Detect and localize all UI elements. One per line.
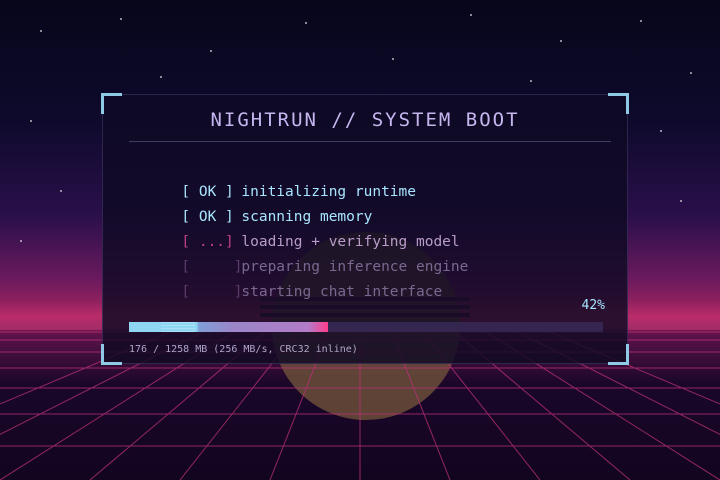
title-divider [129, 141, 611, 142]
step-status-tag: [ ] [181, 259, 243, 275]
step-label: initializing runtime [241, 184, 416, 200]
step-label: scanning memory [241, 209, 373, 225]
progress-status-text: 176 / 1258 MB (256 MB/s, CRC32 inline) [129, 344, 358, 355]
corner-bracket [101, 344, 122, 365]
boot-step-list: [ OK ] initializing runtime [ OK ] scannin… [129, 155, 469, 300]
boot-step: [ OK ] initializing runtime [129, 155, 468, 200]
corner-bracket [608, 344, 629, 365]
progress-percent: 42% [581, 298, 605, 313]
progress-bar [129, 322, 603, 332]
step-label: preparing inference engine [241, 259, 469, 275]
step-status-tag: [ ...] [181, 234, 234, 250]
step-status-tag: [ OK ] [181, 184, 234, 200]
step-status-tag: [ ] [181, 284, 243, 300]
progress-bar-fill [129, 322, 329, 332]
boot-panel: NIGHTRUN // SYSTEM BOOT [ OK ] initializi… [101, 93, 629, 365]
step-label: loading + verifying model [241, 234, 460, 250]
boot-title: NIGHTRUN // SYSTEM BOOT [210, 109, 520, 131]
step-label: starting chat interface [241, 284, 443, 300]
step-status-tag: [ OK ] [181, 209, 234, 225]
progress-bar-stripes [160, 322, 195, 332]
